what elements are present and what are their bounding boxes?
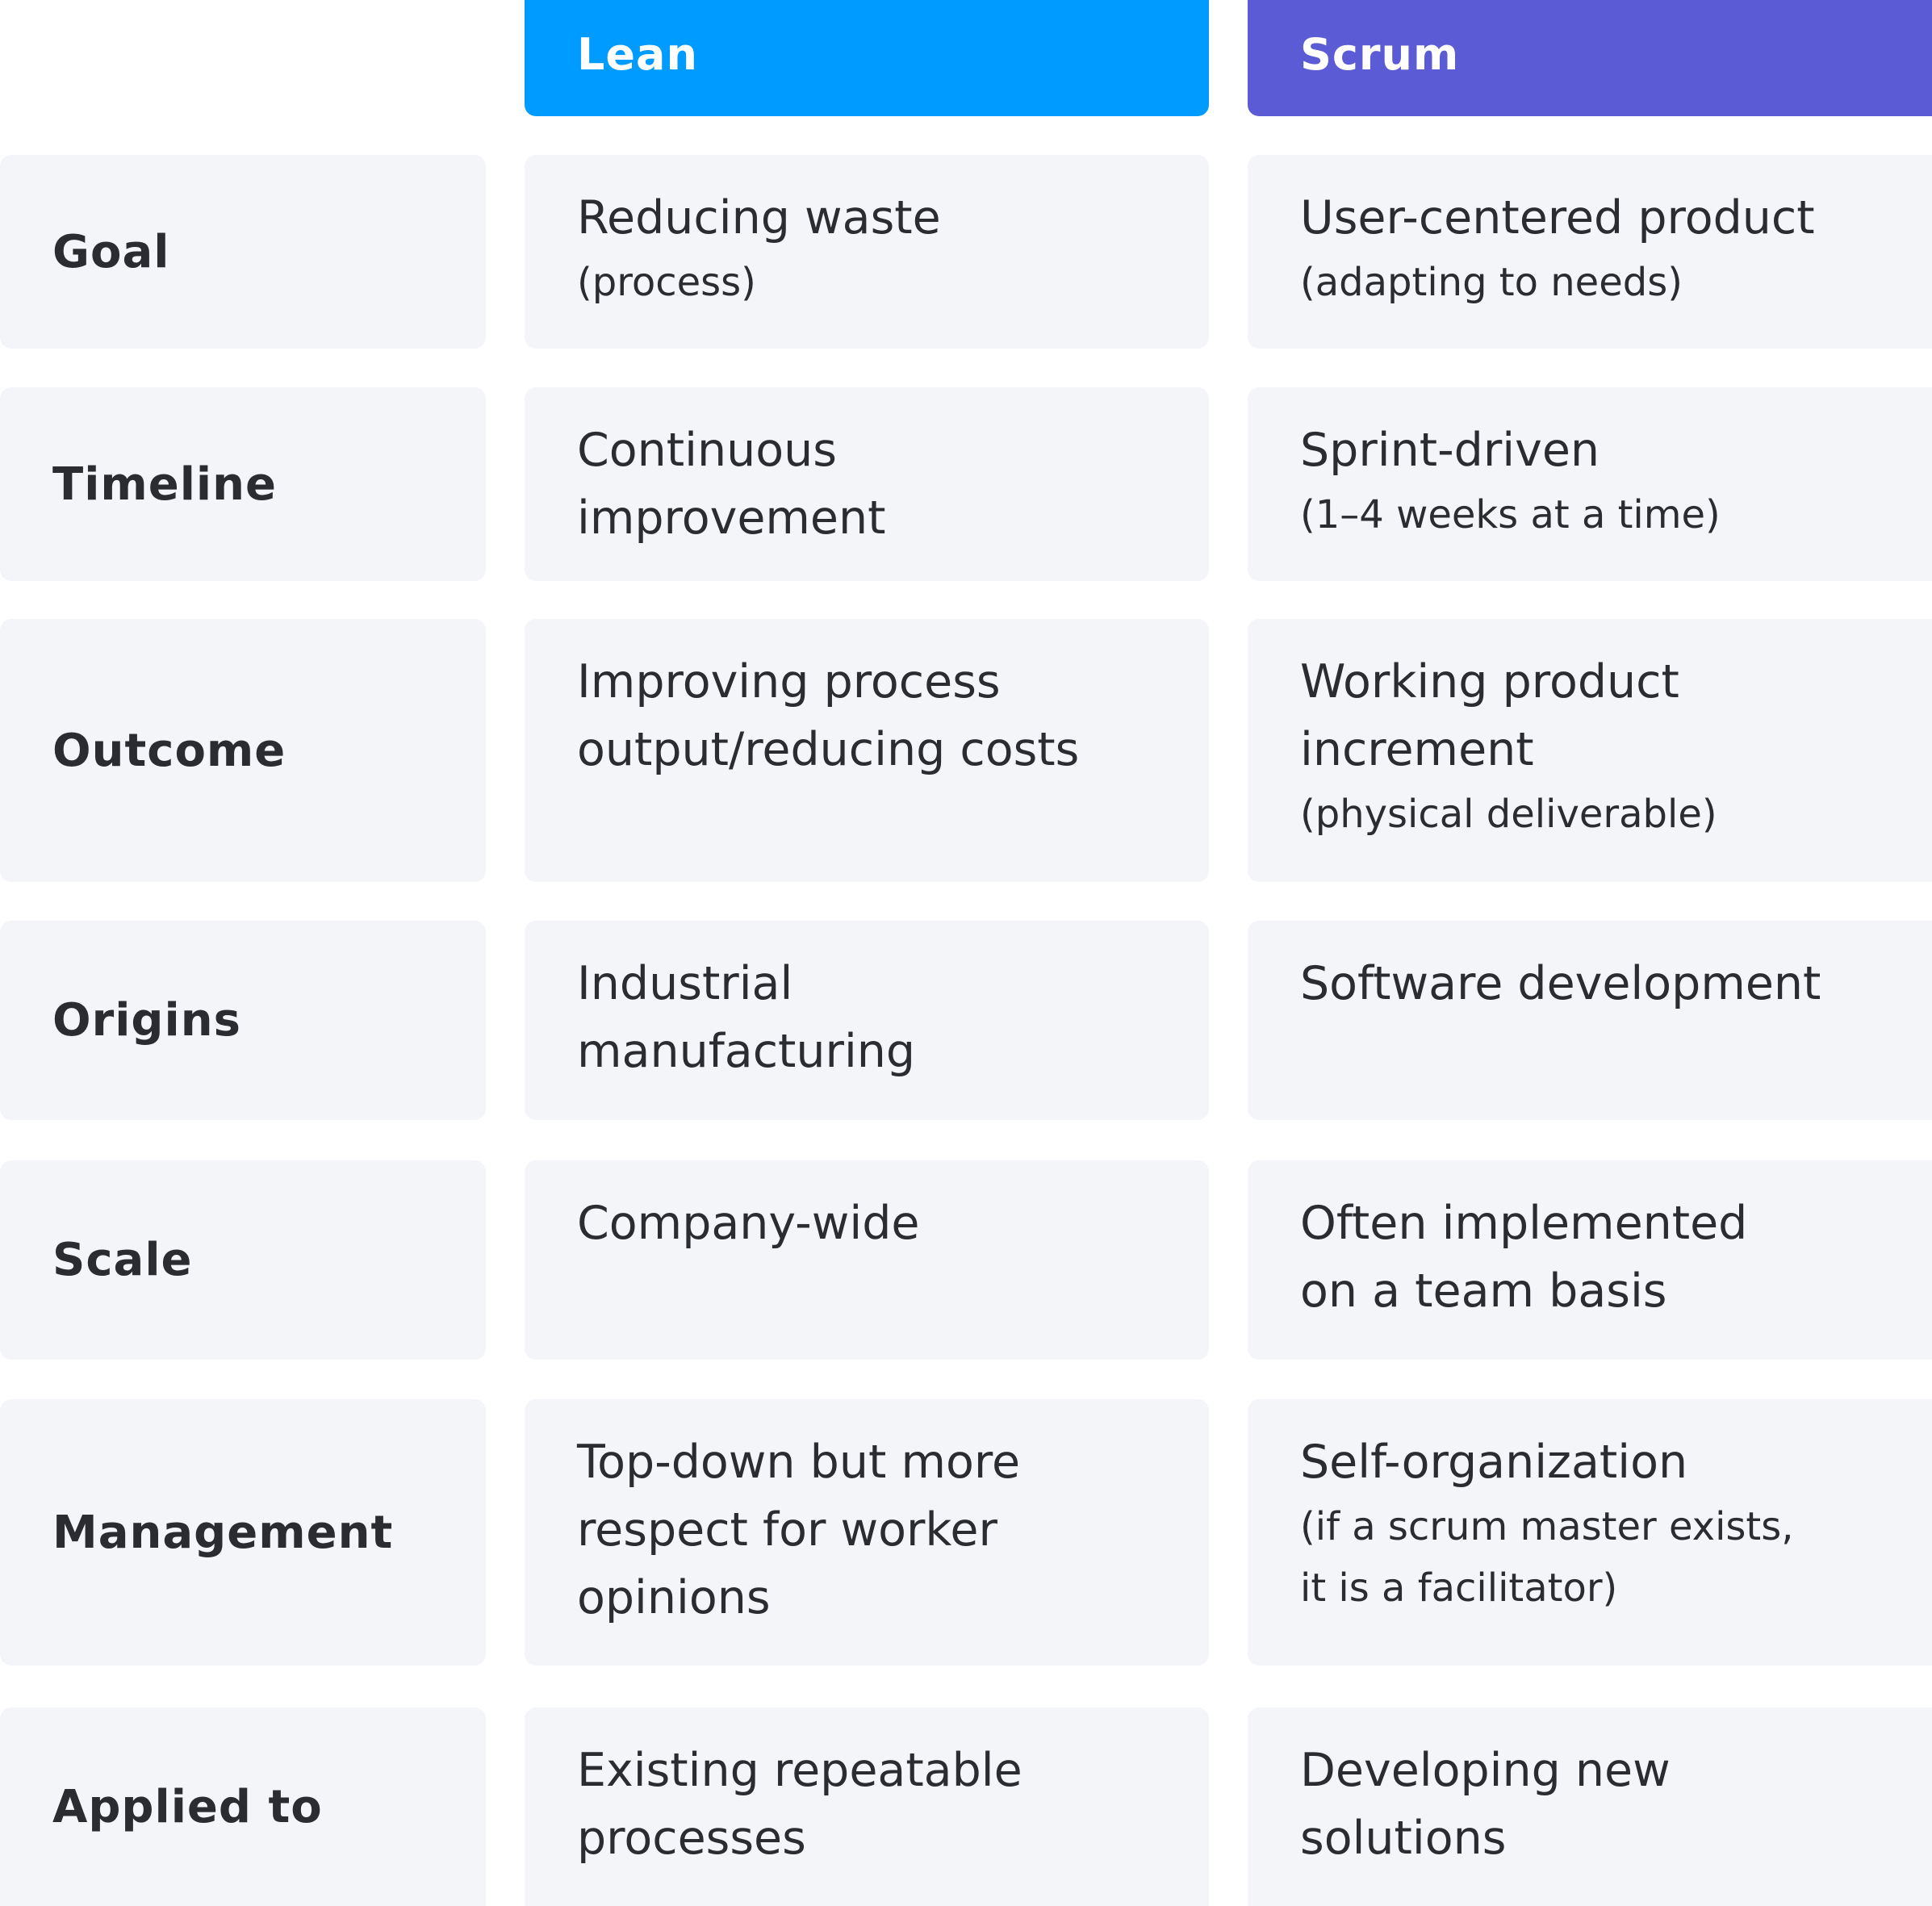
scrum-cell-management: Self-organization (if a scrum master exi… [1248, 1399, 1932, 1666]
lean-cell-origins: Industrial manufacturing [525, 921, 1209, 1120]
row-label-goal: Goal [0, 155, 486, 349]
lean-header-label: Lean [577, 28, 698, 80]
scrum-header-label: Scrum [1300, 28, 1460, 80]
row-label-text: Applied to [52, 1780, 323, 1833]
row-label-text: Outcome [52, 724, 286, 777]
row-label-text: Management [52, 1506, 394, 1559]
lean-cell-timeline: Continuous improvement [525, 387, 1209, 581]
row-label-text: Origins [52, 994, 241, 1047]
cell-main-text: Improving process output/reducing costs [577, 655, 1080, 776]
cell-main-text: Existing repeatable processes [577, 1744, 1022, 1865]
cell-main-text: Top-down but more respect for worker opi… [577, 1436, 1021, 1624]
scrum-cell-timeline: Sprint-driven (1–4 weeks at a time) [1248, 387, 1932, 581]
cell-main-text: User-centered product [1300, 191, 1815, 245]
scrum-cell-origins: Software development [1248, 921, 1932, 1120]
lean-cell-management: Top-down but more respect for worker opi… [525, 1399, 1209, 1666]
cell-sub-text: (1–4 weeks at a time) [1300, 492, 1721, 537]
cell-main-text: Working product increment [1300, 655, 1679, 776]
scrum-cell-scale: Often implemented on a team basis [1248, 1160, 1932, 1360]
cell-main-text: Software development [1300, 957, 1821, 1010]
scrum-cell-applied-to: Developing new solutions [1248, 1707, 1932, 1906]
scrum-cell-outcome: Working product increment (physical deli… [1248, 619, 1932, 882]
scrum-column-header: Scrum [1248, 0, 1932, 116]
lean-cell-scale: Company-wide [525, 1160, 1209, 1360]
cell-sub-text: (physical deliverable) [1300, 792, 1717, 837]
row-label-text: Timeline [52, 458, 277, 511]
row-label-origins: Origins [0, 921, 486, 1120]
row-label-scale: Scale [0, 1160, 486, 1360]
cell-main-text: Reducing waste [577, 191, 941, 245]
cell-main-text: Continuous improvement [577, 424, 886, 545]
row-label-text: Goal [52, 225, 170, 278]
cell-sub-text: (adapting to needs) [1300, 260, 1683, 305]
scrum-cell-goal: User-centered product (adapting to needs… [1248, 155, 1932, 349]
cell-main-text: Sprint-driven [1300, 424, 1600, 477]
cell-main-text: Industrial manufacturing [577, 957, 916, 1078]
cell-main-text: Company-wide [577, 1197, 920, 1250]
lean-cell-applied-to: Existing repeatable processes [525, 1707, 1209, 1906]
lean-cell-outcome: Improving process output/reducing costs [525, 619, 1209, 882]
cell-main-text: Developing new solutions [1300, 1744, 1671, 1865]
row-label-timeline: Timeline [0, 387, 486, 581]
row-label-management: Management [0, 1399, 486, 1666]
cell-sub-text: (if a scrum master exists, it is a facil… [1300, 1504, 1794, 1611]
cell-main-text: Self-organization [1300, 1436, 1688, 1489]
cell-main-text: Often implemented on a team basis [1300, 1197, 1748, 1318]
row-label-applied-to: Applied to [0, 1707, 486, 1906]
row-label-text: Scale [52, 1234, 193, 1286]
row-label-outcome: Outcome [0, 619, 486, 882]
lean-cell-goal: Reducing waste (process) [525, 155, 1209, 349]
lean-column-header: Lean [525, 0, 1209, 116]
cell-sub-text: (process) [577, 260, 756, 305]
